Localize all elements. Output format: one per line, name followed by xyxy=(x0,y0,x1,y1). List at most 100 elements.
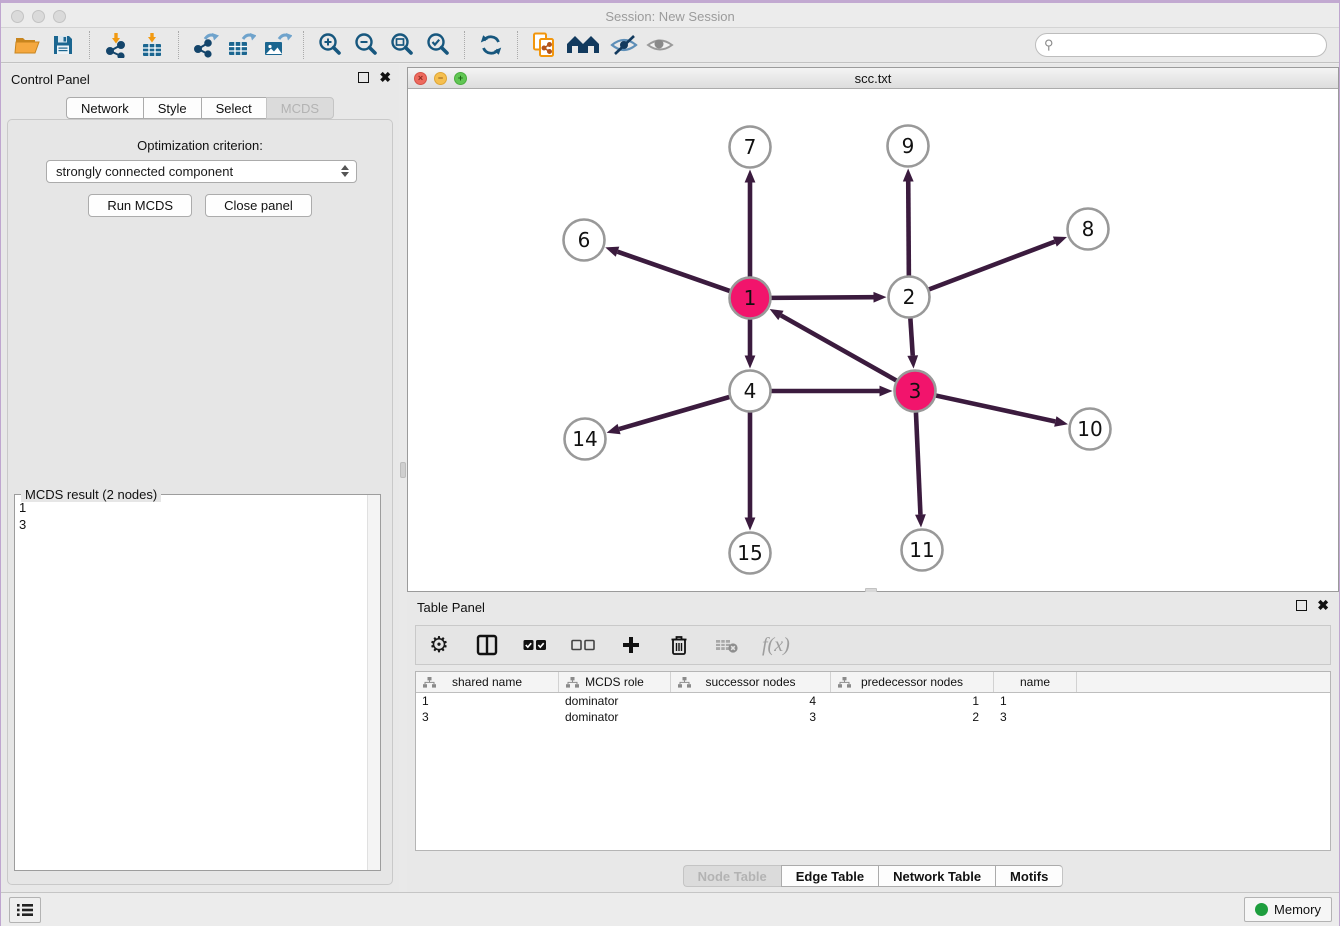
graph-edge-1-4[interactable] xyxy=(745,320,756,369)
table-row[interactable]: 1 dominator 4 1 1 xyxy=(416,693,1330,709)
zoom-in-icon[interactable] xyxy=(315,30,345,60)
graph-edge-1-2[interactable] xyxy=(771,292,886,303)
zoom-selected-icon[interactable] xyxy=(423,30,453,60)
network-graph[interactable]: 1 2 3 4 6 7 8 9 10 11 14 15 xyxy=(408,89,1338,591)
column-header-mcds-role[interactable]: MCDS role xyxy=(559,672,671,692)
float-panel-icon[interactable] xyxy=(358,72,369,83)
result-scrollbar[interactable] xyxy=(367,495,380,870)
mcds-result-text[interactable]: 1 3 xyxy=(19,499,364,866)
export-network-icon[interactable] xyxy=(190,30,220,60)
divider-grip-icon[interactable] xyxy=(400,462,406,478)
search-input[interactable] xyxy=(1058,38,1318,52)
tab-network[interactable]: Network xyxy=(66,97,143,119)
graph-edge-1-7[interactable] xyxy=(745,170,756,277)
network-view-window: × − + scc.txt 1 2 3 4 6 7 8 9 10 11 14 15 xyxy=(407,67,1339,592)
refresh-view-icon[interactable] xyxy=(476,30,506,60)
add-row-icon[interactable] xyxy=(618,632,644,658)
tab-network-table[interactable]: Network Table xyxy=(878,865,995,887)
graph-node-8[interactable]: 8 xyxy=(1068,209,1109,250)
graph-edge-4-15[interactable] xyxy=(745,413,756,531)
table-row[interactable]: 3 dominator 3 2 3 xyxy=(416,709,1330,725)
delete-row-icon[interactable] xyxy=(666,632,692,658)
toggle-columns-icon[interactable] xyxy=(474,632,500,658)
mcds-result-box: MCDS result (2 nodes) 1 3 xyxy=(14,494,381,871)
zoom-fit-icon[interactable] xyxy=(387,30,417,60)
memory-label: Memory xyxy=(1274,902,1321,917)
graph-node-7[interactable]: 7 xyxy=(730,127,771,168)
toolbar-separator xyxy=(464,31,465,59)
graph-edge-4-14[interactable] xyxy=(607,397,730,434)
graph-edge-2-8[interactable] xyxy=(929,237,1067,290)
control-panel: Control Panel ✖ Network Style Select MCD… xyxy=(1,64,399,892)
network-canvas[interactable]: 1 2 3 4 6 7 8 9 10 11 14 15 xyxy=(408,89,1338,591)
network-window-titlebar[interactable]: × − + scc.txt xyxy=(408,68,1338,89)
import-network-icon[interactable] xyxy=(101,30,131,60)
close-panel-icon[interactable]: ✖ xyxy=(379,72,391,83)
graph-node-1[interactable]: 1 xyxy=(730,278,771,319)
close-panel-button[interactable]: Close panel xyxy=(205,194,312,217)
float-table-panel-icon[interactable] xyxy=(1296,600,1307,611)
open-network-file-icon[interactable] xyxy=(529,30,559,60)
export-image-icon[interactable] xyxy=(262,30,292,60)
close-table-panel-icon[interactable]: ✖ xyxy=(1317,600,1329,611)
column-header-successor-nodes[interactable]: successor nodes xyxy=(671,672,831,692)
run-mcds-button[interactable]: Run MCDS xyxy=(88,194,192,217)
column-header-predecessor-nodes[interactable]: predecessor nodes xyxy=(831,672,994,692)
panel-divider[interactable] xyxy=(399,64,407,892)
tab-motifs[interactable]: Motifs xyxy=(995,865,1063,887)
open-session-icon[interactable] xyxy=(12,30,42,60)
criterion-value: strongly connected component xyxy=(56,164,233,179)
graph-node-4[interactable]: 4 xyxy=(730,371,771,412)
graph-node-3[interactable]: 3 xyxy=(895,371,936,412)
home-icon[interactable] xyxy=(565,30,603,60)
graph-edge-1-6[interactable] xyxy=(605,247,729,291)
graph-node-2[interactable]: 2 xyxy=(889,277,930,318)
graph-node-9[interactable]: 9 xyxy=(888,126,929,167)
import-table-icon[interactable] xyxy=(137,30,167,60)
column-header-name[interactable]: name xyxy=(994,672,1077,692)
svg-text:11: 11 xyxy=(909,538,934,562)
search-field[interactable]: ⚲ xyxy=(1035,33,1327,57)
graph-edge-3-10[interactable] xyxy=(936,396,1068,427)
graph-node-11[interactable]: 11 xyxy=(902,530,943,571)
tab-edge-table[interactable]: Edge Table xyxy=(781,865,878,887)
status-bar: Memory xyxy=(1,892,1339,926)
tab-style[interactable]: Style xyxy=(143,97,201,119)
select-all-rows-icon[interactable] xyxy=(522,632,548,658)
tab-mcds[interactable]: MCDS xyxy=(266,97,334,119)
window-title: Session: New Session xyxy=(1,9,1339,24)
apply-function-icon[interactable]: f(x) xyxy=(762,632,790,658)
export-table-icon[interactable] xyxy=(226,30,256,60)
tab-node-table[interactable]: Node Table xyxy=(683,865,781,887)
graph-node-15[interactable]: 15 xyxy=(730,533,771,574)
graph-node-6[interactable]: 6 xyxy=(564,220,605,261)
column-header-shared-name[interactable]: shared name xyxy=(416,672,559,692)
graph-edge-2-9[interactable] xyxy=(903,168,914,275)
show-graphics-details-icon[interactable] xyxy=(645,30,675,60)
table-settings-icon[interactable]: ⚙ xyxy=(426,632,452,658)
save-session-icon[interactable] xyxy=(48,30,78,60)
svg-text:2: 2 xyxy=(903,285,916,309)
graph-edge-3-1[interactable] xyxy=(770,309,897,380)
titlebar: Session: New Session xyxy=(1,0,1339,28)
zoom-out-icon[interactable] xyxy=(351,30,381,60)
deselect-all-rows-icon[interactable] xyxy=(570,632,596,658)
graph-edge-4-3[interactable] xyxy=(772,386,893,397)
memory-button[interactable]: Memory xyxy=(1244,897,1332,922)
graph-node-10[interactable]: 10 xyxy=(1070,409,1111,450)
tab-select[interactable]: Select xyxy=(201,97,266,119)
list-icon xyxy=(17,903,33,917)
graph-node-14[interactable]: 14 xyxy=(565,419,606,460)
toolbar-separator xyxy=(89,31,90,59)
svg-text:7: 7 xyxy=(744,135,757,159)
graph-edge-3-11[interactable] xyxy=(915,412,926,527)
criterion-dropdown[interactable]: strongly connected component xyxy=(46,160,357,183)
hide-graphics-details-icon[interactable] xyxy=(609,30,639,60)
search-icon: ⚲ xyxy=(1044,37,1054,53)
memory-status-icon xyxy=(1255,903,1268,916)
delete-table-icon[interactable] xyxy=(714,632,740,658)
task-history-button[interactable] xyxy=(9,897,41,923)
graph-edge-2-3[interactable] xyxy=(907,318,918,368)
table-panel-tabs: Node Table Edge Table Network Table Moti… xyxy=(407,865,1339,887)
toolbar-separator xyxy=(178,31,179,59)
